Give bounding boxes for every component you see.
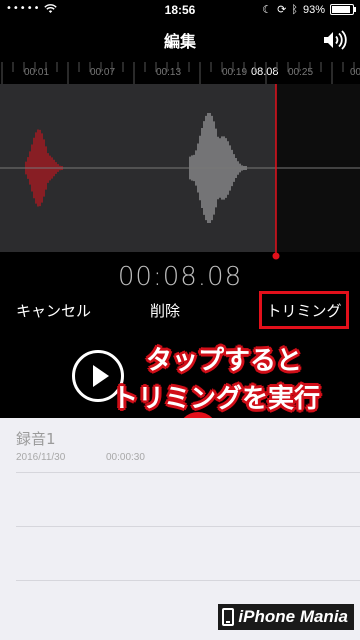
delete-button[interactable]: 削除 xyxy=(150,300,180,321)
phone-icon xyxy=(222,608,235,626)
annotation-line-1: タップすると xyxy=(146,346,303,376)
waveform-graphic xyxy=(0,62,360,260)
list-divider xyxy=(16,526,360,527)
list-divider xyxy=(16,472,360,473)
status-bar: ••••• 18:56 ☾ ⟳ ᛒ 93% xyxy=(0,0,360,20)
moon-icon: ☾ xyxy=(262,4,273,16)
speaker-icon[interactable] xyxy=(322,30,348,50)
list-divider xyxy=(16,580,360,581)
watermark-logo: iPhone Mania xyxy=(218,604,354,630)
recording-name[interactable]: 録音1 xyxy=(16,428,56,449)
recording-duration: 00:00:30 xyxy=(106,452,145,463)
bluetooth-icon: ᛒ xyxy=(291,3,298,16)
page-title: 編集 xyxy=(163,32,196,51)
playhead-handle xyxy=(272,252,280,260)
rotation-lock-icon: ⟳ xyxy=(277,4,287,16)
watermark-text: iPhone Mania xyxy=(238,607,348,626)
recording-date: 2016/11/30 xyxy=(16,452,66,463)
annotation-line-2: トリミングを実行 xyxy=(112,384,321,414)
trim-button[interactable]: トリミング xyxy=(259,291,349,329)
battery-icon xyxy=(330,4,356,15)
cancel-button[interactable]: キャンセル xyxy=(16,300,91,321)
elapsed-time: 00:08.08 xyxy=(117,262,243,292)
battery-percent: 93% xyxy=(302,3,325,16)
